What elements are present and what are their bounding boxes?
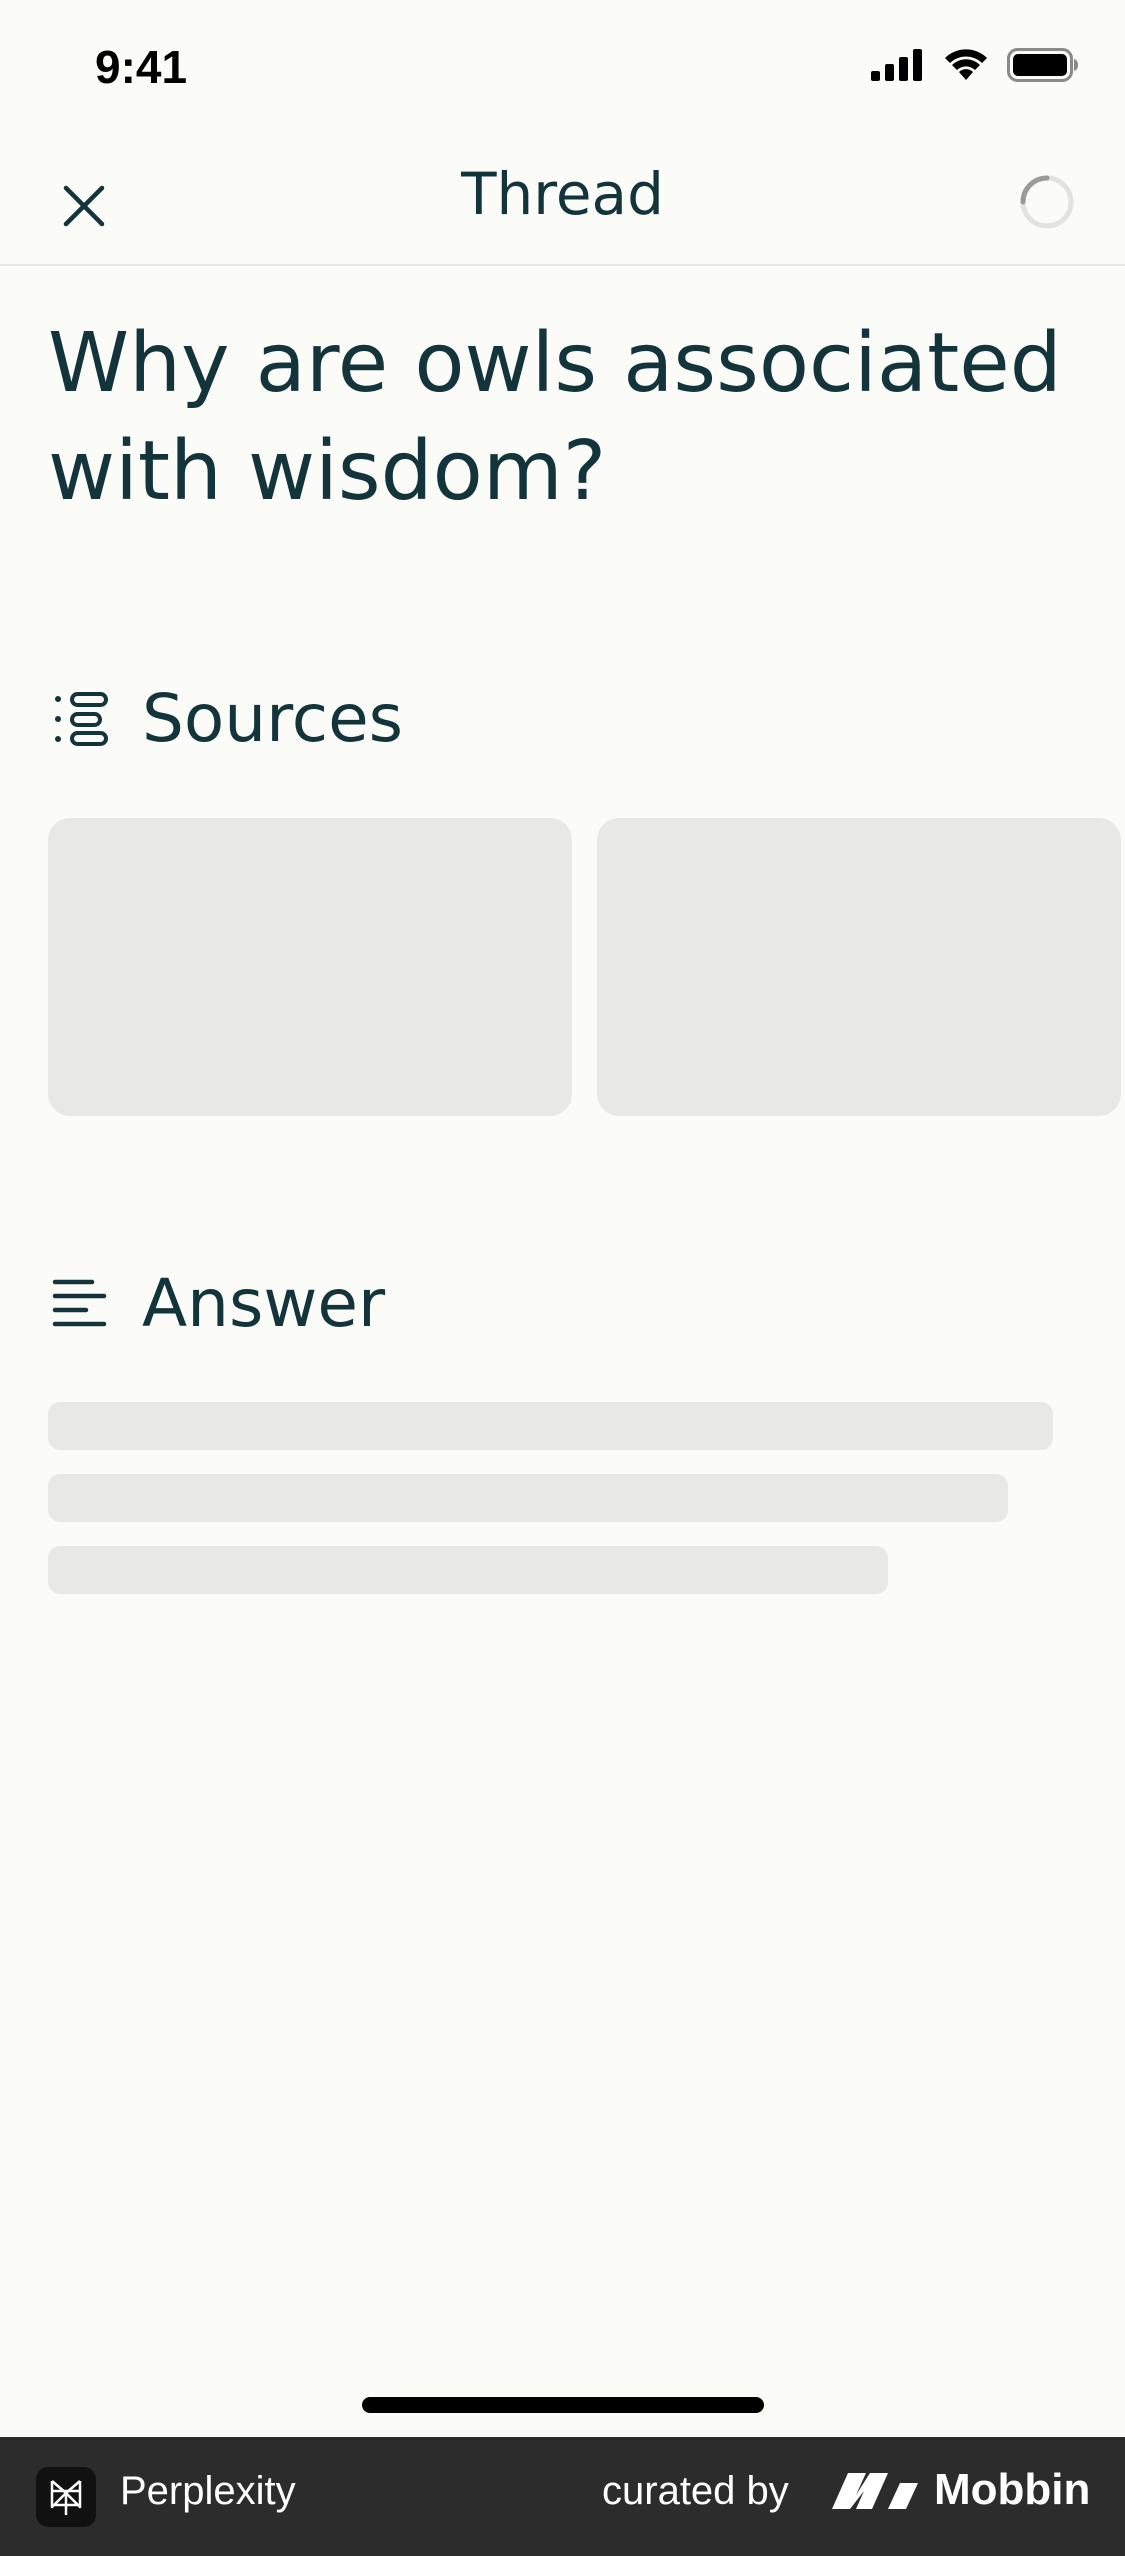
perplexity-logo-icon xyxy=(36,2467,96,2527)
thread-question: Why are owls associated with wisdom? xyxy=(48,316,1062,519)
answer-skeleton-line xyxy=(48,1546,888,1594)
mobbin-logo-icon xyxy=(832,2473,918,2509)
status-bar: 9:41 xyxy=(0,0,1125,140)
footer-curated-by: curated by xyxy=(602,2469,789,2513)
answer-header: Answer xyxy=(52,1265,385,1342)
status-icons xyxy=(871,48,1079,82)
answer-skeleton-line xyxy=(48,1474,1008,1522)
answer-label: Answer xyxy=(142,1265,386,1342)
sources-label: Sources xyxy=(142,680,404,757)
spinner-icon xyxy=(1020,175,1074,229)
source-card-placeholder[interactable] xyxy=(48,818,572,1116)
answer-skeleton-line xyxy=(48,1402,1053,1450)
home-indicator[interactable] xyxy=(362,2397,764,2413)
footer-app-name: Perplexity xyxy=(120,2469,296,2513)
cellular-signal-icon xyxy=(871,49,922,81)
footer-bar: Perplexity curated by Mobbin xyxy=(0,2437,1125,2556)
footer-brand-name: Mobbin xyxy=(934,2465,1091,2514)
sources-list-icon xyxy=(55,691,108,746)
source-card-placeholder[interactable] xyxy=(597,818,1121,1116)
wifi-icon xyxy=(945,49,987,80)
nav-bar: Thread xyxy=(0,140,1125,266)
mobbin-brand: Mobbin xyxy=(832,2465,1090,2515)
text-lines-icon xyxy=(52,1279,107,1326)
nav-title: Thread xyxy=(461,160,664,228)
status-time: 9:41 xyxy=(95,41,188,93)
sources-header: Sources xyxy=(52,680,403,757)
battery-icon xyxy=(1007,48,1078,82)
